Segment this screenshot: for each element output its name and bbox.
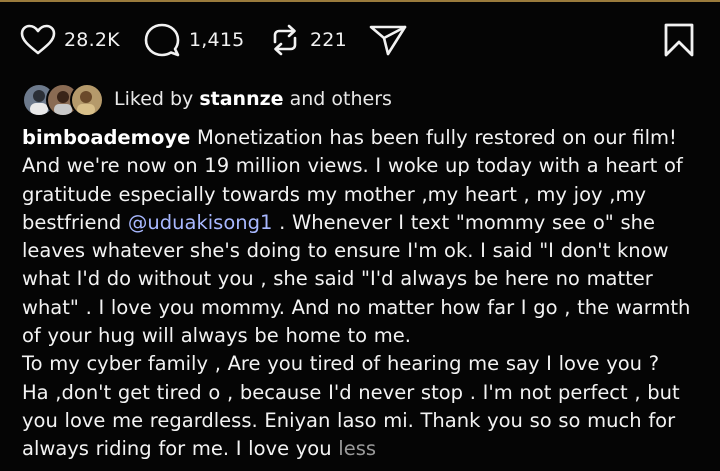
liked-by-username[interactable]: stannze	[199, 88, 283, 110]
post-actions-bar: 28.2K 1,415 221	[0, 20, 720, 60]
repost-count[interactable]: 221	[310, 29, 347, 51]
like-button[interactable]: 28.2K	[20, 20, 120, 60]
save-button[interactable]	[662, 20, 696, 60]
post-caption: bimboademoye Monetization has been fully…	[22, 124, 712, 464]
comment-icon[interactable]	[143, 22, 181, 58]
repost-icon[interactable]	[268, 23, 302, 57]
heart-icon[interactable]	[20, 24, 56, 56]
liked-by-suffix: and others	[289, 88, 392, 110]
share-icon[interactable]	[368, 23, 408, 57]
caption-mention[interactable]: @uduakisong1	[128, 211, 273, 234]
caption-username[interactable]: bimboademoye	[22, 126, 190, 149]
share-button[interactable]	[368, 20, 408, 60]
comment-count[interactable]: 1,415	[189, 29, 244, 51]
liked-by-row[interactable]: Liked by stannze and others	[22, 82, 392, 117]
bookmark-icon[interactable]	[662, 22, 696, 58]
liker-avatars[interactable]	[22, 83, 104, 117]
like-count[interactable]: 28.2K	[64, 29, 120, 51]
comment-button[interactable]: 1,415	[143, 20, 244, 60]
less-link[interactable]: less	[338, 437, 376, 460]
liked-by-text: Liked by stannze and others	[114, 88, 392, 110]
liked-by-prefix: Liked by	[114, 88, 194, 110]
caption-text-2: . Whenever I text "mommy see o" she leav…	[22, 210, 691, 461]
repost-button[interactable]: 221	[268, 20, 347, 60]
avatar[interactable]	[70, 83, 104, 117]
top-divider	[0, 0, 720, 2]
